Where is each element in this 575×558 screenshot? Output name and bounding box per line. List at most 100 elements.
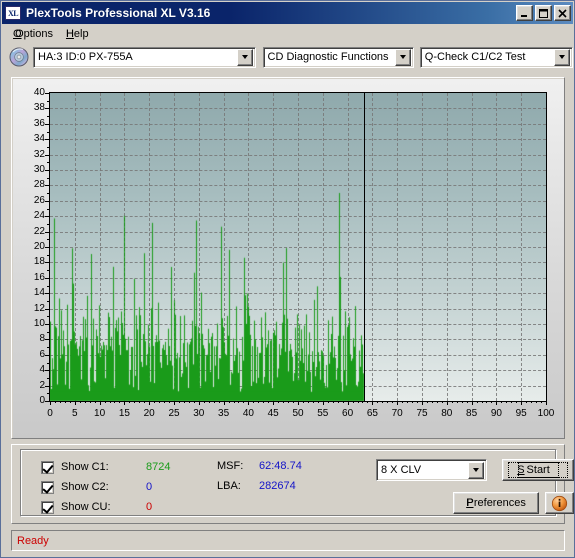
test-select[interactable]: Q-Check C1/C2 Test bbox=[419, 46, 574, 68]
x-tick-mark-minor bbox=[441, 401, 443, 403]
maximize-button[interactable] bbox=[535, 5, 552, 21]
y-tick-mark bbox=[45, 123, 49, 125]
y-tick-label: 34 bbox=[33, 133, 45, 145]
x-tick-mark-minor bbox=[139, 401, 141, 403]
y-tick-mark-minor bbox=[47, 393, 49, 395]
function-select-value: CD Diagnostic Functions bbox=[267, 51, 389, 63]
y-tick-mark bbox=[45, 385, 49, 387]
x-tick-mark-minor bbox=[426, 401, 428, 403]
x-tick-mark bbox=[298, 401, 299, 405]
y-tick-mark bbox=[45, 247, 49, 248]
chart-panel: 0 2 4 6 8 10 12 14 16 18 20 22 24 26 28 30 32 34 36 38 40 05… bbox=[11, 77, 565, 439]
y-tick-mark-minor bbox=[47, 223, 49, 225]
x-tick-label: 50 bbox=[292, 408, 304, 419]
x-tick-label: 80 bbox=[441, 408, 453, 419]
y-tick-mark-minor bbox=[47, 100, 49, 102]
minimize-button[interactable] bbox=[516, 5, 533, 21]
x-tick-mark-minor bbox=[536, 401, 538, 403]
chevron-down-icon[interactable] bbox=[236, 48, 253, 66]
x-tick-mark-minor bbox=[387, 401, 389, 403]
y-tick-mark-minor bbox=[47, 208, 49, 210]
y-tick-label: 10 bbox=[33, 318, 45, 329]
y-tick-mark-minor bbox=[47, 239, 49, 241]
x-tick-mark-minor bbox=[104, 401, 106, 403]
speed-select[interactable]: 8 X CLV bbox=[376, 459, 487, 481]
lba-label: LBA: bbox=[217, 480, 241, 492]
preferences-button[interactable]: PPreferences bbox=[453, 492, 539, 514]
x-tick-label: 45 bbox=[267, 408, 279, 419]
selector-toolbar: HA:3 ID:0 PX-755A CD Diagnostic Function… bbox=[2, 44, 574, 70]
drive-select[interactable]: HA:3 ID:0 PX-755A bbox=[33, 46, 256, 68]
show-c2-checkbox[interactable] bbox=[41, 480, 54, 494]
x-tick-mark-minor bbox=[352, 401, 354, 403]
info-button[interactable] bbox=[545, 492, 574, 514]
chevron-down-icon[interactable] bbox=[554, 48, 571, 66]
y-tick-label: 36 bbox=[33, 117, 45, 129]
x-tick-mark-minor bbox=[203, 401, 205, 403]
menu-bar: OOptions HHelp bbox=[2, 24, 573, 43]
window-title: PlexTools Professional XL V3.16 bbox=[26, 6, 211, 20]
x-tick-label: 0 bbox=[47, 408, 53, 419]
x-tick-label: 95 bbox=[515, 408, 527, 419]
y-tick-label: 4 bbox=[39, 364, 45, 376]
x-tick-label: 70 bbox=[391, 408, 403, 419]
x-tick-mark-minor bbox=[84, 401, 86, 403]
y-tick-label: 28 bbox=[33, 179, 45, 191]
y-tick-mark bbox=[45, 308, 49, 310]
x-tick-mark-minor bbox=[278, 401, 280, 403]
x-tick-mark-minor bbox=[541, 401, 543, 403]
y-tick-mark bbox=[45, 93, 49, 94]
x-tick-mark-minor bbox=[382, 401, 384, 403]
x-tick-mark bbox=[74, 401, 76, 405]
close-button[interactable] bbox=[554, 5, 571, 21]
x-tick-mark bbox=[248, 401, 250, 405]
function-select[interactable]: CD Diagnostic Functions bbox=[262, 46, 414, 68]
x-tick-mark-minor bbox=[263, 401, 265, 403]
start-button-label: Start bbox=[517, 462, 559, 478]
start-button[interactable]: S Start bbox=[502, 459, 574, 481]
x-tick-label: 40 bbox=[242, 408, 254, 419]
x-tick-mark-minor bbox=[169, 401, 171, 403]
x-tick-mark-minor bbox=[516, 401, 518, 403]
menu-item-help[interactable]: HHelp bbox=[61, 26, 97, 42]
y-tick-label: 30 bbox=[33, 164, 45, 175]
x-tick-mark-minor bbox=[307, 401, 309, 403]
x-tick-mark bbox=[422, 401, 423, 405]
x-tick-mark-minor bbox=[461, 401, 463, 403]
application-window: XL PlexTools Professional XL V3.16 OOpti… bbox=[0, 0, 575, 558]
x-tick-label: 75 bbox=[416, 408, 428, 419]
msf-value: 62:48.74 bbox=[259, 460, 302, 472]
chevron-down-icon[interactable] bbox=[394, 48, 411, 66]
x-tick-label: 90 bbox=[490, 408, 502, 419]
plot-area bbox=[49, 92, 547, 402]
y-tick-label: 24 bbox=[33, 210, 45, 222]
control-group: Show C1: 8724 Show C2: 0 Show CU: 0 MSF:… bbox=[20, 449, 574, 517]
x-tick-mark-minor bbox=[288, 401, 290, 403]
menu-item-options[interactable]: OOptions bbox=[8, 26, 61, 42]
y-tick-mark-minor bbox=[47, 377, 49, 379]
x-tick-label: 35 bbox=[218, 408, 230, 419]
x-tick-mark bbox=[397, 401, 399, 405]
x-tick-mark-minor bbox=[327, 401, 329, 403]
title-bar: XL PlexTools Professional XL V3.16 bbox=[2, 2, 573, 24]
x-tick-mark-minor bbox=[531, 401, 533, 403]
y-tick-mark bbox=[45, 231, 49, 233]
y-tick-mark bbox=[45, 339, 49, 341]
y-tick-mark-minor bbox=[47, 362, 49, 364]
x-tick-mark-minor bbox=[183, 401, 185, 403]
y-tick-mark bbox=[45, 108, 49, 110]
x-tick-mark bbox=[50, 401, 51, 405]
x-tick-label: 20 bbox=[143, 408, 155, 419]
x-tick-mark bbox=[149, 401, 151, 405]
x-tick-mark-minor bbox=[159, 401, 161, 403]
show-c1-checkbox[interactable] bbox=[41, 460, 54, 474]
x-tick-mark-minor bbox=[188, 401, 190, 403]
show-cu-checkbox[interactable] bbox=[41, 500, 54, 514]
x-tick-mark bbox=[223, 401, 225, 405]
chevron-down-icon[interactable] bbox=[468, 461, 484, 479]
x-tick-mark-minor bbox=[59, 401, 61, 403]
x-tick-mark-minor bbox=[456, 401, 458, 403]
y-tick-mark-minor bbox=[47, 131, 49, 133]
y-tick-label: 38 bbox=[33, 102, 45, 114]
x-tick-mark-minor bbox=[268, 401, 270, 403]
